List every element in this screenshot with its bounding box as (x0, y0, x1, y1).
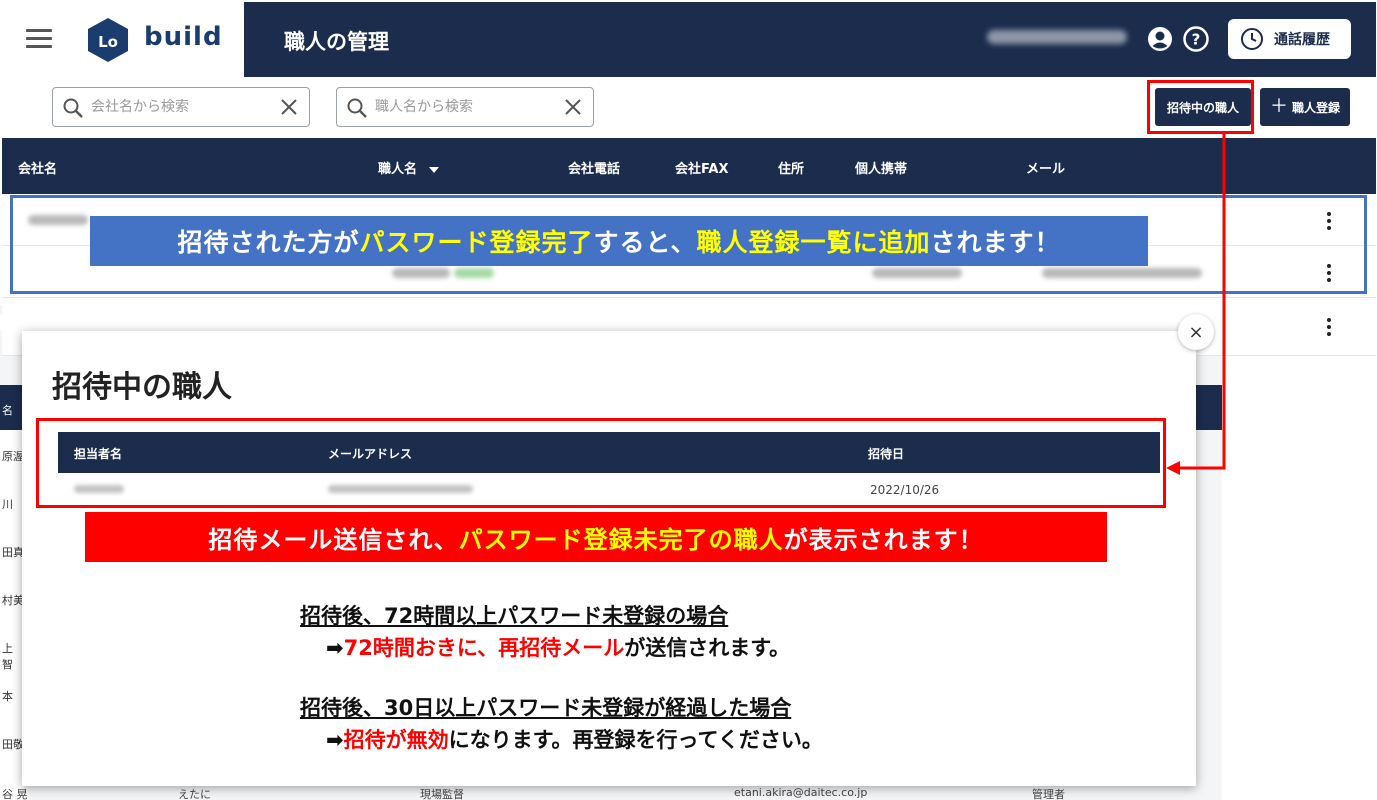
background-cell: えたに (178, 788, 211, 800)
background-cell: 名 (2, 404, 13, 417)
note-30d-rest: になります。再登録を行ってください。 (448, 728, 823, 752)
company-search-input[interactable] (91, 94, 271, 120)
callout-text: 招待メール送信され、 (208, 525, 459, 554)
background-bottom-row: 谷 晃 えたに 現場監督 etani.akira@daitec.co.jp 管理… (0, 786, 1222, 800)
column-header-worker-label: 職人名 (378, 162, 418, 177)
help-icon[interactable]: ? (1182, 25, 1210, 53)
background-cell: 管理者 (1032, 788, 1065, 800)
dialog-title: 招待中の職人 (52, 370, 232, 405)
note-30d-detail: ➡招待が無効になります。再登録を行ってください。 (326, 724, 823, 754)
background-cell: 村美 (2, 594, 24, 607)
account-icon[interactable] (1146, 25, 1174, 53)
background-cell: etani.akira@daitec.co.jp (734, 786, 868, 799)
column-header-worker[interactable]: 職人名 (378, 158, 440, 177)
column-header-mobile[interactable]: 個人携帯 (855, 158, 907, 177)
note-30d-emphasis: 招待が無効 (343, 728, 449, 752)
company-search-field[interactable] (52, 87, 310, 127)
register-worker-label: 職人登録 (1291, 100, 1340, 115)
background-cell: 現場監督 (420, 788, 464, 800)
callout-text: 招待された方が (177, 228, 360, 257)
arrow-right-icon: ➡ (326, 636, 344, 660)
arrow-right-icon: ➡ (326, 728, 344, 752)
hamburger-icon[interactable] (26, 29, 52, 49)
callout-text: が表示されます！ (783, 525, 984, 554)
column-header-address[interactable]: 住所 (778, 158, 804, 177)
note-72h-heading: 招待後、72時間以上パスワード未登録の場合 (300, 604, 729, 628)
background-cell: 本 (2, 690, 13, 703)
background-cell: 谷 晃 (2, 788, 28, 800)
svg-text:Lo: Lo (98, 33, 118, 51)
note-72h-rest: が送信されます。 (624, 636, 791, 660)
callout-blue-banner: 招待された方が パスワード登録完了 すると、 職人登録一覧に追加 されます！ (90, 216, 1148, 266)
note-72h-emphasis: 72時間おきに、再招待メール (343, 636, 625, 660)
invited-table-highlight (36, 418, 1166, 508)
background-name-column: 名 原渥 川 田真 村美 上 智 本 田敬 (0, 404, 24, 800)
column-header-company-fax[interactable]: 会社FAX (675, 158, 728, 177)
page-title: 職人の管理 (284, 30, 389, 54)
callout-red-banner: 招待メール送信され、 パスワード登録未完了の職人 が表示されます！ (85, 512, 1107, 562)
column-header-email[interactable]: メール (1026, 158, 1065, 177)
note-30d-heading: 招待後、30日以上パスワード未登録が経過した場合 (300, 696, 792, 720)
column-header-company-phone[interactable]: 会社電話 (568, 158, 620, 177)
close-icon[interactable] (279, 97, 299, 117)
worker-search-field[interactable] (336, 87, 594, 127)
dialog-close-button[interactable]: × (1178, 314, 1214, 350)
logo-icon: Lo (88, 18, 128, 62)
sort-down-icon[interactable] (429, 166, 440, 173)
brand-text: build (144, 22, 223, 52)
clock-icon (1241, 28, 1263, 50)
search-icon (347, 98, 367, 118)
background-cell: 川 (2, 498, 13, 511)
background-cell: 田敬 (2, 738, 24, 751)
search-icon (63, 98, 83, 118)
call-history-label: 通話履歴 (1274, 32, 1330, 48)
callout-text: されます！ (930, 228, 1061, 257)
company-name-blurred (987, 30, 1127, 44)
invited-button-highlight (1147, 80, 1254, 134)
brand-area: Lo build (2, 2, 244, 77)
worker-search-input[interactable] (375, 94, 555, 120)
callout-highlight: パスワード登録完了 (359, 228, 594, 257)
close-icon[interactable] (563, 97, 583, 117)
background-cell: 田真 (2, 546, 24, 559)
callout-text: すると、 (593, 228, 697, 257)
column-header-company[interactable]: 会社名 (18, 158, 57, 177)
screenshot-stage: 名 原渥 川 田真 村美 上 智 本 田敬 谷 晃 えたに 現場監督 etani… (0, 0, 1377, 800)
workers-table-header: 会社名 職人名 会社電話 会社FAX 住所 個人携帯 メール (2, 138, 1376, 194)
callout-highlight: パスワード登録未完了の職人 (458, 525, 784, 554)
callout-highlight: 職人登録一覧に追加 (696, 228, 931, 257)
kebab-icon[interactable] (1326, 318, 1332, 338)
app-bar: Lo build 職人の管理 ? 通話履歴 (2, 2, 1376, 77)
plus-icon: ＋ (1269, 96, 1288, 117)
background-cell: 原渥 (2, 450, 24, 463)
note-72h-detail: ➡72時間おきに、再招待メールが送信されます。 (326, 632, 790, 662)
svg-text:?: ? (1192, 31, 1201, 49)
register-worker-button[interactable]: ＋ 職人登録 (1260, 88, 1350, 126)
call-history-button[interactable]: 通話履歴 (1228, 19, 1351, 59)
background-cell: 上 智 (2, 642, 13, 671)
